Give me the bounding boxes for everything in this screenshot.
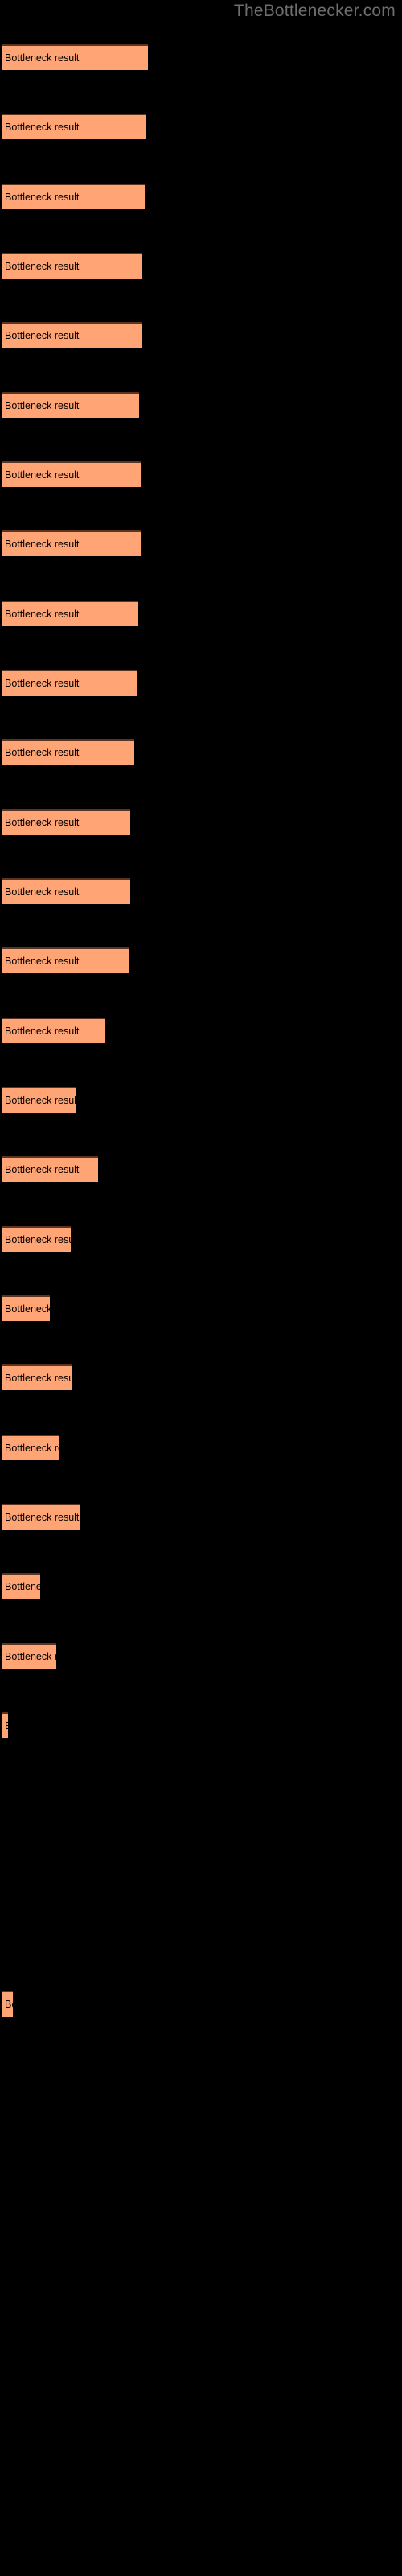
bar-bottleneck-result[interactable]: Bottleneck result: [2, 44, 148, 70]
bar-bottleneck-result[interactable]: Bottleneck result: [2, 601, 138, 626]
bar-bottleneck-result[interactable]: Bottleneck result: [2, 878, 130, 904]
bar-bottleneck-result[interactable]: Bottleneck result: [2, 1712, 8, 1738]
bar-bottleneck-result[interactable]: Bottleneck result: [2, 1295, 50, 1321]
bar-label: Bottleneck result: [5, 261, 80, 272]
bar-label: Bottleneck result: [5, 330, 80, 341]
bar-bottleneck-result[interactable]: Bottleneck result: [2, 670, 137, 696]
bar-label: Bottleneck result: [5, 469, 80, 481]
bar-label: Bottleneck result: [5, 1720, 8, 1732]
bar-bottleneck-result[interactable]: Bottleneck result: [2, 392, 139, 418]
bar-bottleneck-result[interactable]: Bottleneck result: [2, 1991, 13, 2017]
bar-bottleneck-result[interactable]: Bottleneck result: [2, 947, 129, 973]
bar-label: Bottleneck result: [5, 1026, 80, 1037]
bar-bottleneck-result[interactable]: Bottleneck result: [2, 1573, 40, 1599]
bar-bottleneck-result[interactable]: Bottleneck result: [2, 461, 141, 487]
bar-bottleneck-result[interactable]: Bottleneck result: [2, 809, 130, 835]
bar-label: Bottleneck result: [5, 52, 80, 64]
plot-area: Bottleneck result Bottleneck result Bottle…: [0, 0, 402, 2576]
bottleneck-chart: TheBottlenecker.com Bottleneck result Bot…: [0, 0, 402, 2576]
bar-bottleneck-result[interactable]: Bottleneck result: [2, 1504, 80, 1530]
bar-bottleneck-result[interactable]: Bottleneck result: [2, 1643, 56, 1669]
bar-label: Bottleneck result: [5, 122, 80, 133]
bar-label: Bottleneck result: [5, 1443, 59, 1454]
bar-bottleneck-result[interactable]: Bottleneck result: [2, 1364, 72, 1390]
bar-bottleneck-result[interactable]: Bottleneck result: [2, 1226, 71, 1252]
bar-bottleneck-result[interactable]: Bottleneck result: [2, 530, 141, 556]
bar-label: Bottleneck result: [5, 956, 80, 967]
bar-label: Bottleneck result: [5, 609, 80, 620]
bar-label: Bottleneck result: [5, 400, 80, 411]
bar-label: Bottleneck result: [5, 1234, 71, 1245]
bar-label: Bottleneck result: [5, 1373, 72, 1384]
bar-label: Bottleneck result: [5, 1164, 80, 1175]
bar-bottleneck-result[interactable]: Bottleneck result: [2, 1087, 76, 1113]
bar-bottleneck-result[interactable]: Bottleneck result: [2, 322, 142, 348]
bar-label: Bottleneck result: [5, 1303, 50, 1315]
bar-label: Bottleneck result: [5, 1581, 40, 1592]
bar-label: Bottleneck result: [5, 678, 80, 689]
bar-bottleneck-result[interactable]: Bottleneck result: [2, 1435, 59, 1460]
bar-bottleneck-result[interactable]: Bottleneck result: [2, 184, 145, 209]
bar-label: Bottleneck result: [5, 192, 80, 203]
bar-bottleneck-result[interactable]: Bottleneck result: [2, 739, 134, 765]
bar-label: Bottleneck result: [5, 1651, 56, 1662]
bar-label: Bottleneck result: [5, 817, 80, 828]
bar-bottleneck-result[interactable]: Bottleneck result: [2, 114, 146, 139]
bar-bottleneck-result[interactable]: Bottleneck result: [2, 1156, 98, 1182]
bar-label: Bottleneck result: [5, 1999, 13, 2010]
bar-bottleneck-result[interactable]: Bottleneck result: [2, 1018, 105, 1043]
bar-bottleneck-result[interactable]: Bottleneck result: [2, 253, 142, 279]
bar-label: Bottleneck result: [5, 1512, 80, 1523]
bar-label: Bottleneck result: [5, 539, 80, 550]
bar-label: Bottleneck result: [5, 747, 80, 758]
bar-label: Bottleneck result: [5, 886, 80, 898]
bar-label: Bottleneck result: [5, 1095, 76, 1106]
